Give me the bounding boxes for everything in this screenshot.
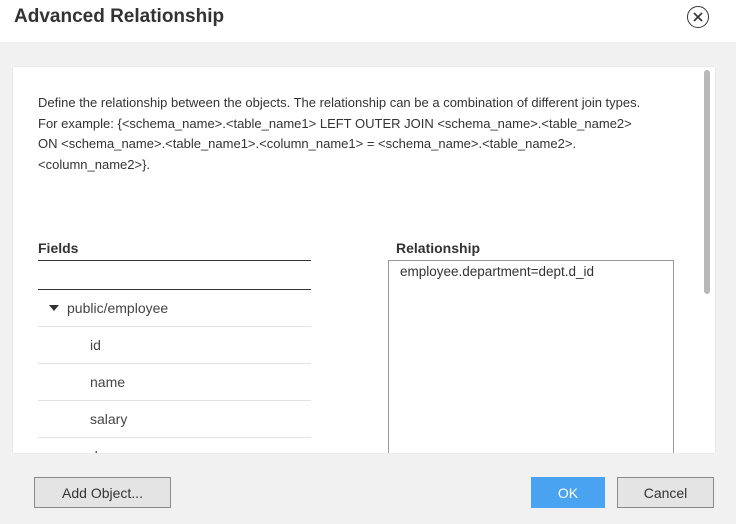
description-line-2: For example: {<schema_name>.<table_name1… [38, 115, 632, 172]
dialog-header: Advanced Relationship [0, 0, 736, 42]
close-button[interactable] [687, 6, 709, 28]
fields-header-divider [38, 260, 311, 261]
field-label: name [90, 374, 126, 390]
description-line-1: Define the relationship between the obje… [38, 95, 641, 110]
fields-tree: public/employee id name salary d [38, 290, 311, 453]
scrollbar-thumb[interactable] [704, 70, 710, 294]
dialog-content-panel: Define the relationship between the obje… [13, 67, 715, 453]
dialog-title: Advanced Relationship [14, 6, 225, 27]
field-label: salary [90, 411, 128, 427]
relationship-header: Relationship [396, 240, 481, 256]
cancel-button[interactable]: Cancel [617, 477, 714, 508]
tree-node-label: public/employee [67, 300, 169, 316]
field-item[interactable]: name [38, 364, 311, 401]
description: Define the relationship between the obje… [38, 93, 648, 175]
ok-button[interactable]: OK [531, 477, 605, 508]
field-item[interactable]: id [38, 327, 311, 364]
relationship-textarea[interactable]: employee.department=dept.d_id [388, 260, 674, 453]
tree-node-employee[interactable]: public/employee [38, 290, 311, 327]
field-label: id [90, 337, 101, 353]
field-item[interactable]: d [38, 438, 311, 453]
add-object-button[interactable]: Add Object... [34, 477, 171, 508]
fields-header: Fields [38, 240, 79, 256]
caret-down-icon[interactable] [49, 305, 59, 311]
field-item[interactable]: salary [38, 401, 311, 438]
close-icon [693, 12, 703, 22]
field-label: d [90, 448, 98, 453]
